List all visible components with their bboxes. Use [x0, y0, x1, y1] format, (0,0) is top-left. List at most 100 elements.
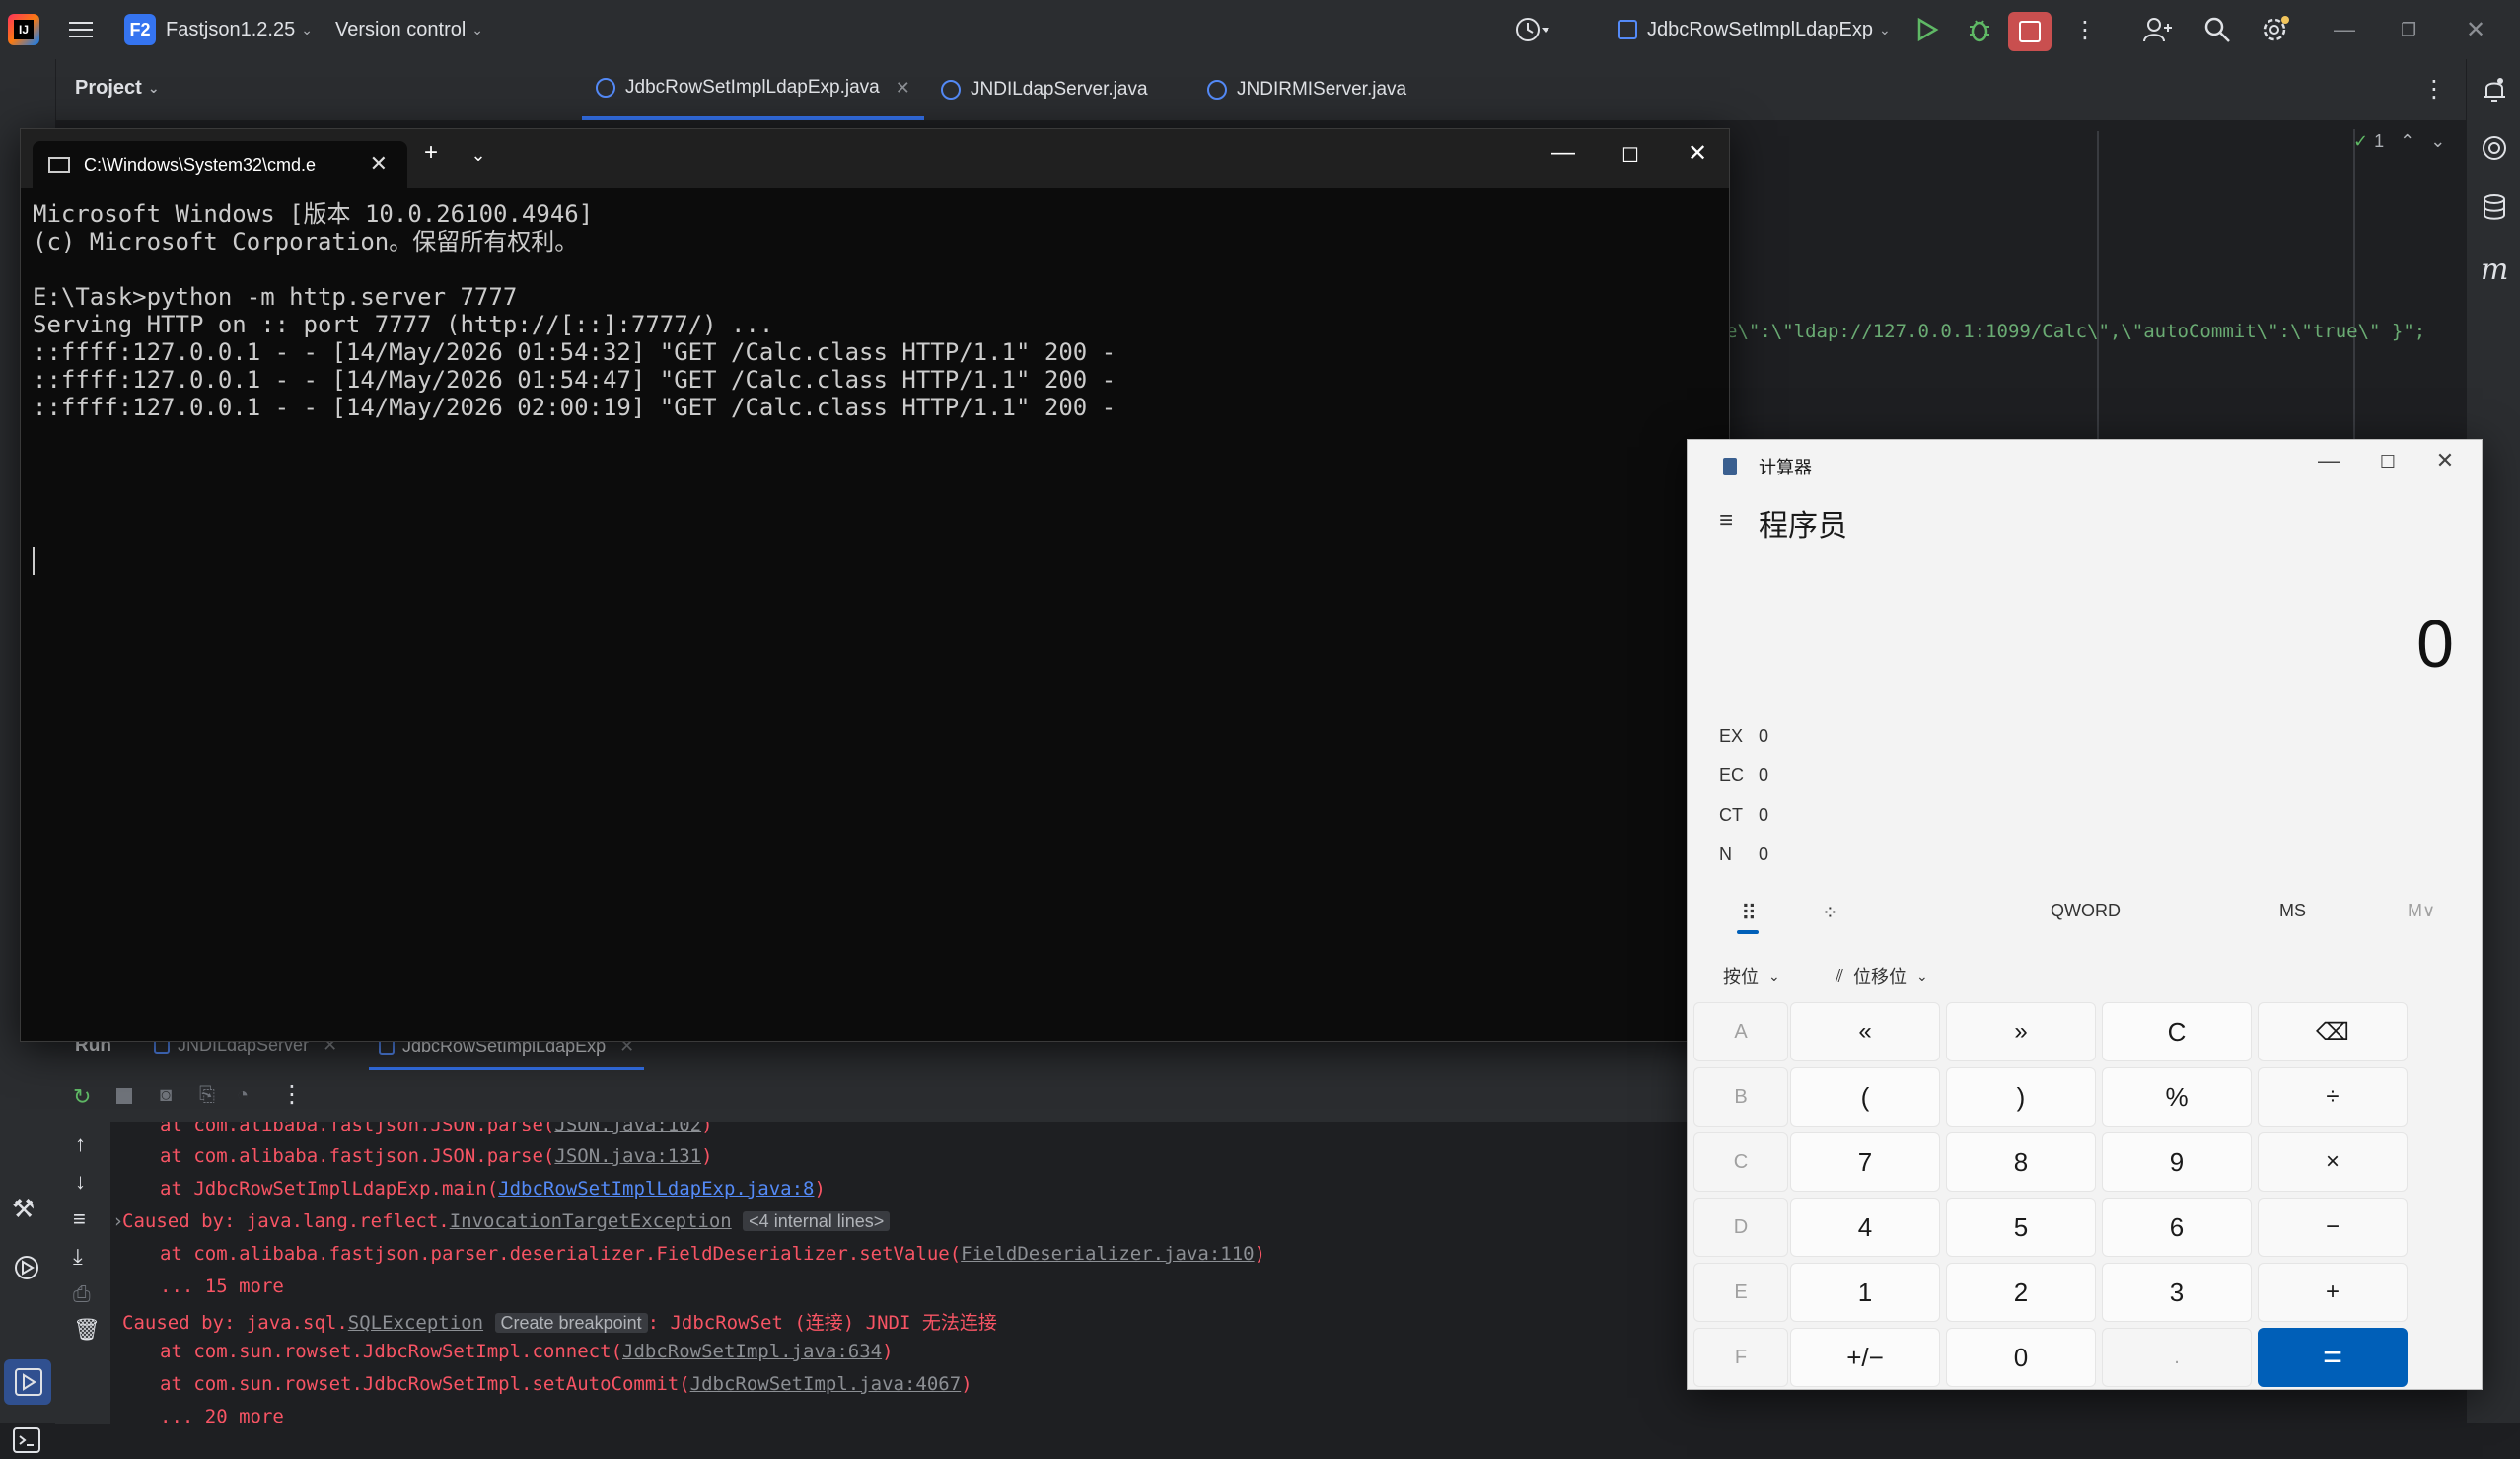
calc-key[interactable]: =: [2258, 1328, 2408, 1387]
soft-wrap-icon[interactable]: ≡: [73, 1206, 86, 1232]
radix-dec[interactable]: EC 0: [1719, 766, 1768, 786]
window-close-icon[interactable]: ✕: [1678, 139, 1717, 168]
chevron-up-icon[interactable]: ⌃: [2400, 131, 2414, 152]
window-restore-icon[interactable]: ❐: [2401, 14, 2416, 45]
search-icon[interactable]: [2203, 14, 2231, 45]
run-config-selector[interactable]: JdbcRowSetImplLdapExp ⌄: [1618, 14, 1891, 45]
calc-key[interactable]: %: [2102, 1067, 2252, 1127]
calc-key[interactable]: ): [1946, 1067, 2096, 1127]
chevron-down-icon[interactable]: ⌄: [459, 145, 498, 166]
database-icon[interactable]: [2483, 193, 2506, 226]
settings-gear-icon[interactable]: [2261, 14, 2290, 45]
source-link[interactable]: FieldDeserializer.java:110: [961, 1243, 1254, 1265]
run-tool-icon[interactable]: [14, 1367, 43, 1402]
calc-key[interactable]: 2: [1946, 1263, 2096, 1322]
inspection-widget[interactable]: ✓ 1 ⌃ ⌄: [2353, 131, 2445, 152]
bit-toggle-icon[interactable]: ⁘: [1822, 901, 1838, 925]
source-link[interactable]: InvocationTargetException: [450, 1210, 732, 1232]
calc-key[interactable]: «: [1790, 1002, 1940, 1061]
expand-chevron-icon[interactable]: ›: [112, 1210, 123, 1232]
memory-store-button[interactable]: MS: [2279, 901, 2306, 921]
build-hammer-icon[interactable]: ⚒: [12, 1194, 35, 1224]
source-link[interactable]: SQLException: [348, 1312, 483, 1334]
calc-key[interactable]: 0: [1946, 1328, 2096, 1387]
close-icon[interactable]: ✕: [896, 78, 910, 99]
scroll-to-end-icon[interactable]: ⤓: [73, 1244, 83, 1270]
run-icon[interactable]: [1915, 14, 1939, 45]
camera-icon[interactable]: ◙: [160, 1084, 172, 1107]
calc-key[interactable]: ×: [2258, 1132, 2408, 1192]
project-selector[interactable]: F2 Fastjson1.2.25 ⌄: [124, 14, 313, 45]
profiler-icon[interactable]: ◔: [237, 1084, 249, 1107]
window-minimize-icon[interactable]: —: [2334, 14, 2355, 45]
window-close-icon[interactable]: ✕: [2466, 14, 2485, 45]
source-link[interactable]: JdbcRowSetImpl.java:4067: [690, 1373, 962, 1395]
restore-layout-icon[interactable]: ⎘: [199, 1084, 215, 1107]
calc-key[interactable]: »: [1946, 1002, 2096, 1061]
calc-key[interactable]: B: [1693, 1067, 1788, 1127]
tab-jdbcrowsetimplldapexp[interactable]: JdbcRowSetImplLdapExp.java ✕: [582, 59, 924, 120]
calc-key[interactable]: 3: [2102, 1263, 2252, 1322]
calc-key[interactable]: C: [1693, 1132, 1788, 1192]
window-maximize-icon[interactable]: ☐: [2368, 452, 2408, 473]
notifications-bell-icon[interactable]: [2481, 75, 2508, 109]
bitwise-dropdown[interactable]: 按位 ⌄: [1723, 963, 1780, 988]
calc-key[interactable]: ÷: [2258, 1067, 2408, 1127]
window-minimize-icon[interactable]: —: [1544, 139, 1583, 167]
arrow-up-icon[interactable]: ↑: [75, 1131, 86, 1157]
project-panel-header[interactable]: Project ⌄: [75, 77, 160, 100]
calculator-window[interactable]: 计算器 — ☐ ✕ ≡ 程序员 0 EX 0 EC 0 CT 0 N0 ⠿ ⁘ QWO…: [1687, 439, 2483, 1390]
debug-icon[interactable]: [1967, 14, 1992, 45]
calc-key[interactable]: 8: [1946, 1132, 2096, 1192]
source-link[interactable]: JdbcRowSetImpl.java:634: [622, 1341, 882, 1362]
calc-key[interactable]: 6: [2102, 1198, 2252, 1257]
tab-jndirmiserver[interactable]: JNDIRMIServer.java: [1193, 59, 1420, 120]
word-size-button[interactable]: QWORD: [2051, 901, 2121, 921]
trash-icon[interactable]: 🗑: [73, 1317, 101, 1343]
radix-hex[interactable]: EX 0: [1719, 726, 1768, 747]
print-icon[interactable]: ⎙: [73, 1281, 91, 1307]
profiler-icon[interactable]: [1514, 14, 1553, 45]
maven-icon[interactable]: m: [2481, 253, 2508, 287]
chevron-down-icon[interactable]: ⌄: [2430, 131, 2445, 152]
arrow-down-icon[interactable]: ↓: [75, 1169, 86, 1195]
console-hint[interactable]: Create breakpoint: [494, 1313, 648, 1333]
calc-key[interactable]: 1: [1790, 1263, 1940, 1322]
services-icon[interactable]: [12, 1253, 41, 1287]
window-maximize-icon[interactable]: ☐: [1611, 143, 1650, 168]
more-actions-icon[interactable]: ⋮: [280, 1080, 304, 1109]
calc-key[interactable]: 9: [2102, 1132, 2252, 1192]
calc-key[interactable]: .: [2102, 1328, 2252, 1387]
calc-key[interactable]: +/−: [1790, 1328, 1940, 1387]
close-icon[interactable]: ✕: [370, 151, 388, 177]
add-user-icon[interactable]: [2142, 14, 2172, 45]
hamburger-menu-icon[interactable]: ≡: [1719, 507, 1733, 535]
source-link[interactable]: JSON.java:102: [554, 1122, 701, 1135]
keypad-grid-icon[interactable]: ⠿: [1741, 901, 1757, 926]
terminal-icon[interactable]: [12, 1426, 41, 1459]
radix-bin[interactable]: N0: [1719, 844, 1768, 865]
memory-list-button[interactable]: M∨: [2408, 901, 2435, 921]
window-minimize-icon[interactable]: —: [2309, 448, 2348, 474]
vcs-selector[interactable]: Version control ⌄: [335, 14, 483, 45]
intellij-logo-icon[interactable]: IJ: [8, 14, 39, 45]
stop-icon[interactable]: [2008, 12, 2052, 51]
calc-key[interactable]: 7: [1790, 1132, 1940, 1192]
main-menu-icon[interactable]: [69, 14, 99, 45]
calc-key[interactable]: A: [1693, 1002, 1788, 1061]
bitshift-dropdown[interactable]: ⫽ 位移位 ⌄: [1836, 963, 1928, 988]
source-link[interactable]: JdbcRowSetImplLdapExp.java:8: [498, 1178, 814, 1200]
ai-assistant-icon[interactable]: [2481, 134, 2508, 167]
window-close-icon[interactable]: ✕: [2425, 448, 2465, 474]
cmd-window[interactable]: C:\Windows\System32\cmd.e ✕ + ⌄ — ☐ ✕ Mi…: [20, 128, 1730, 1042]
calc-key[interactable]: E: [1693, 1263, 1788, 1322]
rerun-icon[interactable]: ↻: [73, 1084, 91, 1110]
source-link[interactable]: JSON.java:131: [554, 1145, 701, 1167]
calc-key[interactable]: F: [1693, 1328, 1788, 1387]
more-actions-icon[interactable]: ⋮: [2073, 14, 2097, 45]
radix-oct[interactable]: CT 0: [1719, 805, 1768, 826]
calc-key[interactable]: −: [2258, 1198, 2408, 1257]
calc-key[interactable]: +: [2258, 1263, 2408, 1322]
console-hint[interactable]: <4 internal lines>: [743, 1211, 891, 1231]
calc-key[interactable]: C: [2102, 1002, 2252, 1061]
